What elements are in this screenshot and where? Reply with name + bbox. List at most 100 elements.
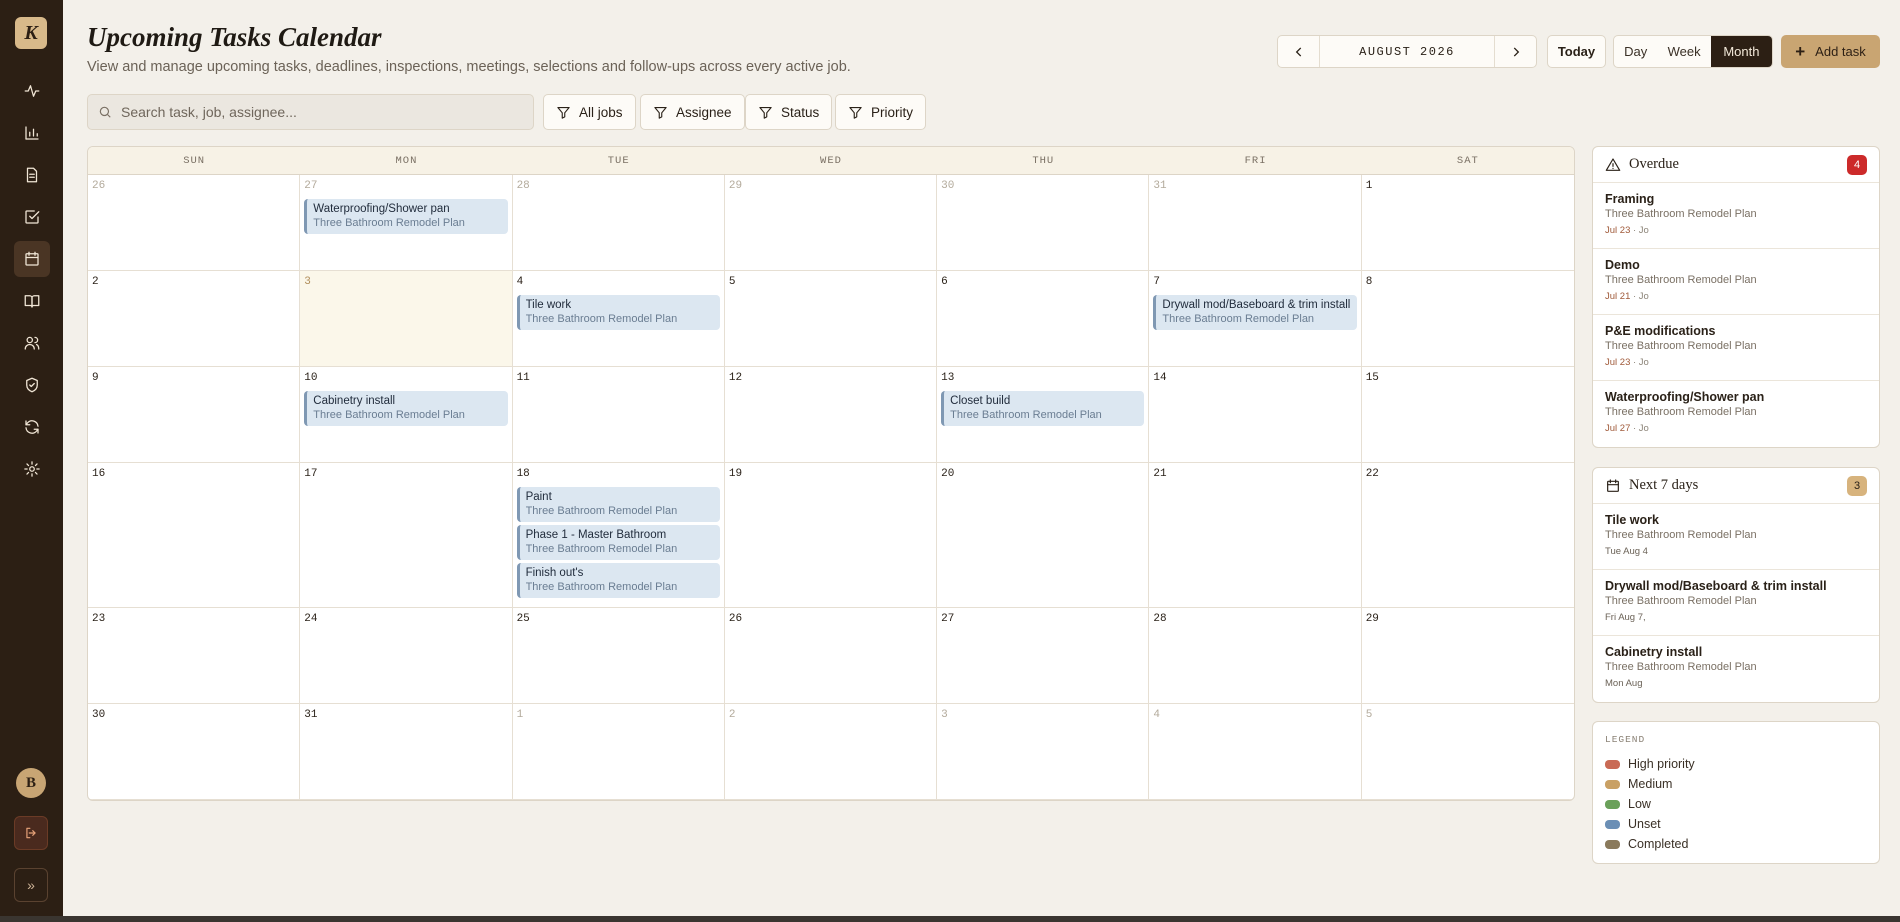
calendar-event[interactable]: Cabinetry install Three Bathroom Remodel … bbox=[304, 391, 508, 426]
overdue-item[interactable]: Demo Three Bathroom Remodel Plan Jul 21 · … bbox=[1593, 249, 1879, 315]
calendar-event[interactable]: Waterproofing/Shower pan Three Bathroom R… bbox=[304, 199, 508, 234]
day-cell[interactable]: 3 bbox=[937, 704, 1150, 800]
user-avatar[interactable]: B bbox=[16, 768, 46, 798]
day-cell[interactable]: 21 bbox=[1149, 463, 1362, 608]
checkbox-icon[interactable] bbox=[14, 199, 50, 235]
day-number: 23 bbox=[92, 613, 106, 625]
view-month-button[interactable]: Month bbox=[1710, 36, 1772, 67]
day-cell[interactable]: 5 bbox=[724, 271, 938, 367]
day-cell[interactable]: 2 bbox=[724, 704, 938, 800]
day-number: 2 bbox=[728, 709, 736, 721]
day-cell[interactable]: 26 bbox=[724, 608, 938, 704]
filter-priority[interactable]: Priority bbox=[835, 94, 927, 130]
day-cell[interactable]: 17 bbox=[300, 463, 513, 608]
overdue-item[interactable]: P&E modifications Three Bathroom Remodel … bbox=[1593, 315, 1879, 381]
day-cell[interactable]: 5 bbox=[1361, 704, 1574, 800]
day-cell[interactable]: 20 bbox=[937, 463, 1150, 608]
calendar-event[interactable]: Paint Three Bathroom Remodel Plan bbox=[516, 487, 720, 522]
expand-sidebar-button[interactable]: » bbox=[14, 868, 48, 902]
day-cell[interactable]: 6 bbox=[937, 271, 1150, 367]
day-cell[interactable]: 10 Cabinetry install Three Bathroom Remode… bbox=[300, 367, 513, 463]
calendar-event[interactable]: Phase 1 - Master Bathroom Three Bathroom … bbox=[516, 525, 720, 560]
day-cell[interactable]: 12 bbox=[724, 367, 938, 463]
weekday-label: WED bbox=[820, 155, 842, 167]
calendar-event[interactable]: Drywall mod/Baseboard & trim install Thre… bbox=[1153, 295, 1357, 330]
day-cell[interactable]: 16 bbox=[88, 463, 301, 608]
filter-assignee[interactable]: Assignee bbox=[640, 94, 745, 130]
day-number: 31 bbox=[304, 709, 318, 721]
day-cell[interactable]: 27 bbox=[937, 608, 1150, 704]
day-cell[interactable]: 1 bbox=[1361, 175, 1574, 271]
day-cell[interactable]: 11 bbox=[512, 367, 725, 463]
day-cell[interactable]: 9 bbox=[88, 367, 301, 463]
day-number: 20 bbox=[941, 468, 955, 480]
app-logo[interactable]: K bbox=[15, 17, 47, 49]
day-cell[interactable]: 19 bbox=[724, 463, 938, 608]
filter-assignee-label: Assignee bbox=[676, 104, 732, 120]
event-title: Waterproofing/Shower pan bbox=[313, 203, 450, 215]
legend-item: Unset bbox=[1605, 814, 1867, 834]
activity-icon[interactable] bbox=[14, 73, 50, 109]
filter-all-jobs[interactable]: All jobs bbox=[543, 94, 636, 130]
calendar-icon[interactable] bbox=[14, 241, 50, 277]
next-month-button[interactable] bbox=[1494, 36, 1536, 67]
refresh-icon[interactable] bbox=[14, 409, 50, 445]
day-cell[interactable]: 4 bbox=[1149, 704, 1362, 800]
upcoming-item[interactable]: Cabinetry install Three Bathroom Remodel … bbox=[1593, 636, 1879, 702]
day-cell[interactable]: 1 bbox=[512, 704, 725, 800]
redacted-area bbox=[1669, 539, 1879, 561]
calendar-event[interactable]: Closet build Three Bathroom Remodel Plan bbox=[941, 391, 1145, 426]
logout-button[interactable] bbox=[14, 816, 48, 850]
day-cell[interactable]: 30 bbox=[88, 704, 301, 800]
day-cell[interactable]: 24 bbox=[300, 608, 513, 704]
bar-chart-icon[interactable] bbox=[14, 115, 50, 151]
task-due-date: Jul 23 bbox=[1605, 225, 1631, 236]
day-cell[interactable]: 30 bbox=[937, 175, 1150, 271]
add-task-button[interactable]: + Add task bbox=[1781, 35, 1880, 68]
day-cell[interactable]: 3 bbox=[300, 271, 513, 367]
task-title: Cabinetry install bbox=[1605, 645, 1703, 659]
day-cell[interactable]: 28 bbox=[512, 175, 725, 271]
filter-status[interactable]: Status bbox=[745, 94, 833, 130]
document-icon[interactable] bbox=[14, 157, 50, 193]
prev-month-button[interactable] bbox=[1278, 36, 1320, 67]
today-button[interactable]: Today bbox=[1547, 35, 1606, 68]
day-cell[interactable]: 27 Waterproofing/Shower pan Three Bathroom… bbox=[300, 175, 513, 271]
book-icon[interactable] bbox=[14, 283, 50, 319]
users-icon[interactable] bbox=[14, 325, 50, 361]
calendar-event[interactable]: Tile work Three Bathroom Remodel Plan bbox=[516, 295, 720, 330]
upcoming-item[interactable]: Tile work Three Bathroom Remodel Plan Tue … bbox=[1593, 504, 1879, 570]
day-cell[interactable]: 25 bbox=[512, 608, 725, 704]
legend-title: LEGEND bbox=[1605, 734, 1646, 745]
view-week-button[interactable]: Week bbox=[1657, 36, 1710, 67]
day-cell[interactable]: 7 Drywall mod/Baseboard & trim install Thr… bbox=[1149, 271, 1362, 367]
day-cell[interactable]: 13 Closet build Three Bathroom Remodel Pla… bbox=[937, 367, 1150, 463]
weekday-label: TUE bbox=[607, 155, 630, 167]
search-input[interactable] bbox=[121, 104, 521, 120]
day-cell[interactable]: 14 bbox=[1149, 367, 1362, 463]
upcoming-item[interactable]: Drywall mod/Baseboard & trim install Thre… bbox=[1593, 570, 1879, 636]
day-cell[interactable]: 15 bbox=[1361, 367, 1574, 463]
shield-icon[interactable] bbox=[14, 367, 50, 403]
day-cell[interactable]: 4 Tile work Three Bathroom Remodel Plan bbox=[512, 271, 725, 367]
view-day-button[interactable]: Day bbox=[1614, 36, 1657, 67]
day-cell[interactable]: 28 bbox=[1149, 608, 1362, 704]
day-cell[interactable]: 18 Paint Three Bathroom Remodel Plan Phase … bbox=[512, 463, 725, 608]
day-number: 29 bbox=[1365, 613, 1379, 625]
gear-icon[interactable] bbox=[14, 451, 50, 487]
calendar-event[interactable]: Finish out's Three Bathroom Remodel Plan bbox=[516, 563, 720, 598]
day-cell[interactable]: 8 bbox=[1361, 271, 1574, 367]
day-cell[interactable]: 23 bbox=[88, 608, 301, 704]
day-number: 8 bbox=[1365, 276, 1373, 288]
day-cell[interactable]: 29 bbox=[1361, 608, 1574, 704]
task-title: Tile work bbox=[1605, 513, 1659, 527]
day-cell[interactable]: 26 bbox=[88, 175, 301, 271]
day-cell[interactable]: 31 bbox=[300, 704, 513, 800]
weekday-label: SAT bbox=[1456, 155, 1479, 167]
day-cell[interactable]: 31 bbox=[1149, 175, 1362, 271]
overdue-item[interactable]: Framing Three Bathroom Remodel Plan Jul 23… bbox=[1593, 183, 1879, 249]
overdue-item[interactable]: Waterproofing/Shower pan Three Bathroom R… bbox=[1593, 381, 1879, 447]
day-cell[interactable]: 2 bbox=[88, 271, 301, 367]
day-cell[interactable]: 29 bbox=[724, 175, 938, 271]
day-cell[interactable]: 22 bbox=[1361, 463, 1574, 608]
